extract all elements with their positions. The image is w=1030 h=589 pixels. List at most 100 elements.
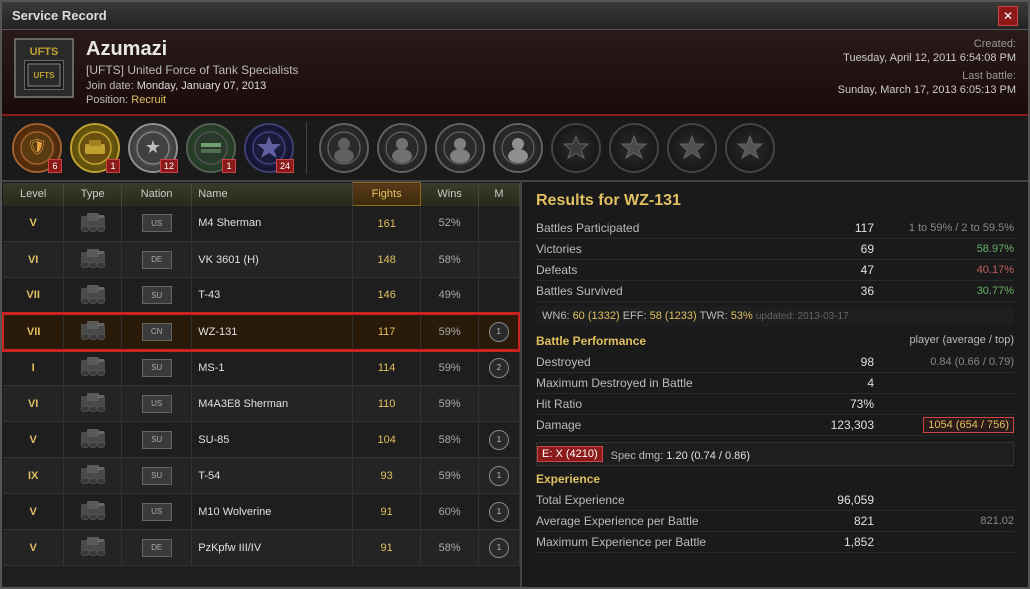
row-fights: 148 [353,242,420,278]
stat-victories: Victories 69 58.97% [536,239,1014,260]
row-type [64,422,122,458]
row-wins: 58% [420,530,479,566]
table-row[interactable]: IX SU T-54 93 59% 1 [3,458,519,494]
position-value: Recruit [131,94,166,106]
window-title: Service Record [12,8,998,23]
clan-badge-text: UFTS [24,46,64,58]
row-m [479,386,519,422]
row-name: T-54 [192,458,353,494]
row-fights: 93 [353,458,420,494]
tank-table: Level Type Nation Name Fights Wins M V [2,182,520,566]
position-line: Position: Recruit [86,94,838,106]
medal-star-3 [609,123,659,173]
medal-count-4: 1 [222,159,236,173]
row-nation: US [122,494,192,530]
medal-3: ★ 12 [128,123,178,173]
row-wins: 59% [420,350,479,386]
row-type [64,458,122,494]
svg-text:UFTS: UFTS [34,71,56,80]
table-row[interactable]: V SU SU-85 104 58% 1 [3,422,519,458]
row-level: VI [3,242,64,278]
stat-damage: Damage 123,303 1054 (654 / 756) [536,415,1014,436]
exp-spec-line: E: X (4210) Spec dmg: 1.20 (0.74 / 0.86) [536,442,1014,466]
stat-max-exp: Maximum Experience per Battle 1,852 [536,532,1014,553]
results-panel: Results for WZ-131 Battles Participated … [522,182,1028,589]
col-name: Name [192,183,353,206]
service-record-window: Service Record ✕ UFTS UFTS Azumazi [UFTS… [0,0,1030,589]
tank-table-body: V US M4 Sherman 161 52% VI [3,206,519,566]
col-fights[interactable]: Fights [353,183,420,206]
row-name: WZ-131 [192,314,353,350]
row-level: VII [3,278,64,314]
row-fights: 114 [353,350,420,386]
table-row[interactable]: V DE PzKpfw III/IV 91 58% 1 [3,530,519,566]
wn6-line: WN6: 60 (1332) EFF: 58 (1233) TWR: 53% u… [536,306,1014,326]
e-highlight: E: X (4210) [537,446,603,462]
clan-tag: [UFTS] [86,63,124,77]
close-button[interactable]: ✕ [998,6,1018,26]
row-type [64,278,122,314]
row-fights: 146 [353,278,420,314]
stat-destroyed: Destroyed 98 0.84 (0.66 / 0.79) [536,352,1014,373]
row-wins: 49% [420,278,479,314]
row-m [479,278,519,314]
exp-title: Experience [536,472,1014,486]
col-type: Type [64,183,122,206]
row-level: V [3,494,64,530]
row-nation: DE [122,242,192,278]
row-fights: 117 [353,314,420,350]
battle-perf-section: Battle Performance player (average / top… [536,334,1014,348]
row-nation: CN [122,314,192,350]
header-dates: Created: Tuesday, April 12, 2011 6:54:08… [838,38,1016,98]
col-nation: Nation [122,183,192,206]
player-header: UFTS UFTS Azumazi [UFTS] United Force of… [2,30,1028,116]
row-wins: 52% [420,206,479,242]
row-level: I [3,350,64,386]
row-type [64,206,122,242]
row-name: SU-85 [192,422,353,458]
col-m: M [479,183,519,206]
row-wins: 58% [420,242,479,278]
row-fights: 91 [353,530,420,566]
clan-full-name: United Force of Tank Specialists [127,63,298,77]
medal-portrait-4 [493,123,543,173]
stat-survived: Battles Survived 36 30.77% [536,281,1014,302]
row-level: V [3,422,64,458]
row-fights: 161 [353,206,420,242]
exp-section: Experience Total Experience 96,059 Avera… [536,472,1014,553]
row-type [64,350,122,386]
row-m: 1 [479,458,519,494]
created-date: Tuesday, April 12, 2011 6:54:08 PM [838,52,1016,64]
medals-row: 🛡 6 1 ★ 12 [2,116,1028,182]
table-row[interactable]: VII SU T-43 146 49% [3,278,519,314]
table-row[interactable]: VI US M4A3E8 Sherman 110 59% [3,386,519,422]
table-row[interactable]: V US M10 Wolverine 91 60% 1 [3,494,519,530]
medal-4: 1 [186,123,236,173]
tank-list-panel: Level Type Nation Name Fights Wins M V [2,182,522,589]
col-level: Level [3,183,64,206]
row-name: VK 3601 (H) [192,242,353,278]
row-name: PzKpfw III/IV [192,530,353,566]
row-fights: 110 [353,386,420,422]
svg-text:🛡: 🛡 [27,138,47,156]
row-name: M4A3E8 Sherman [192,386,353,422]
stat-battles: Battles Participated 117 1 to 59% / 2 to… [536,218,1014,239]
row-m: 2 [479,350,519,386]
row-nation: SU [122,458,192,494]
created-label: Created: [838,38,1016,50]
row-type [64,314,122,350]
row-m: 1 [479,422,519,458]
title-bar: Service Record ✕ [2,2,1028,30]
table-row[interactable]: I SU MS-1 114 59% 2 [3,350,519,386]
medal-count-3: 12 [160,159,178,173]
stat-avg-exp: Average Experience per Battle 821 821.02 [536,511,1014,532]
results-title: Results for WZ-131 [536,192,1014,210]
player-name: Azumazi [86,38,838,61]
table-row[interactable]: VI DE VK 3601 (H) 148 58% [3,242,519,278]
medal-1: 🛡 6 [12,123,62,173]
join-date: Join date: Monday, January 07, 2013 [86,80,838,92]
row-nation: SU [122,278,192,314]
table-row[interactable]: VII CN WZ-131 117 59% 1 [3,314,519,350]
table-row[interactable]: V US M4 Sherman 161 52% [3,206,519,242]
medal-5: 24 [244,123,294,173]
